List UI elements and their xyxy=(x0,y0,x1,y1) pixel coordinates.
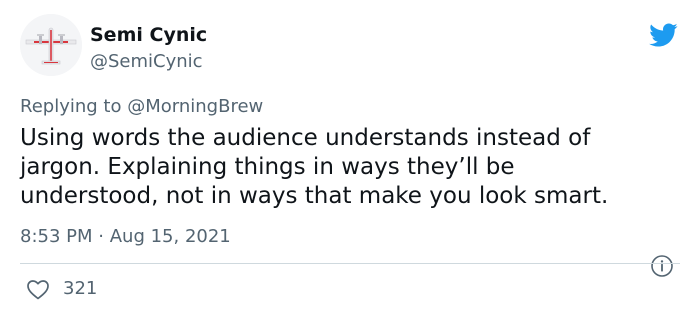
avatar[interactable] xyxy=(20,14,82,76)
airplane-icon xyxy=(20,14,82,76)
heart-icon[interactable] xyxy=(26,278,50,300)
reply-target-link[interactable]: @MorningBrew xyxy=(127,96,263,117)
divider xyxy=(20,263,680,264)
tweet-time: 8:53 PM xyxy=(20,226,93,247)
twitter-bird-icon[interactable] xyxy=(646,20,680,50)
display-name[interactable]: Semi Cynic xyxy=(90,24,207,46)
user-handle[interactable]: @SemiCynic xyxy=(90,51,203,73)
like-count: 321 xyxy=(63,278,98,299)
replying-to: Replying to @MorningBrew xyxy=(20,96,263,118)
tweet-date: Aug 15, 2021 xyxy=(109,226,231,247)
meta-separator: · xyxy=(98,226,104,247)
reply-prefix: Replying to xyxy=(20,96,122,117)
info-icon[interactable] xyxy=(650,254,674,278)
tweet-card: Semi Cynic @SemiCynic Replying to @Morni… xyxy=(0,0,700,315)
tweet-timestamp[interactable]: 8:53 PM · Aug 15, 2021 xyxy=(20,226,231,248)
tweet-text: Using words the audience understands ins… xyxy=(20,125,609,209)
